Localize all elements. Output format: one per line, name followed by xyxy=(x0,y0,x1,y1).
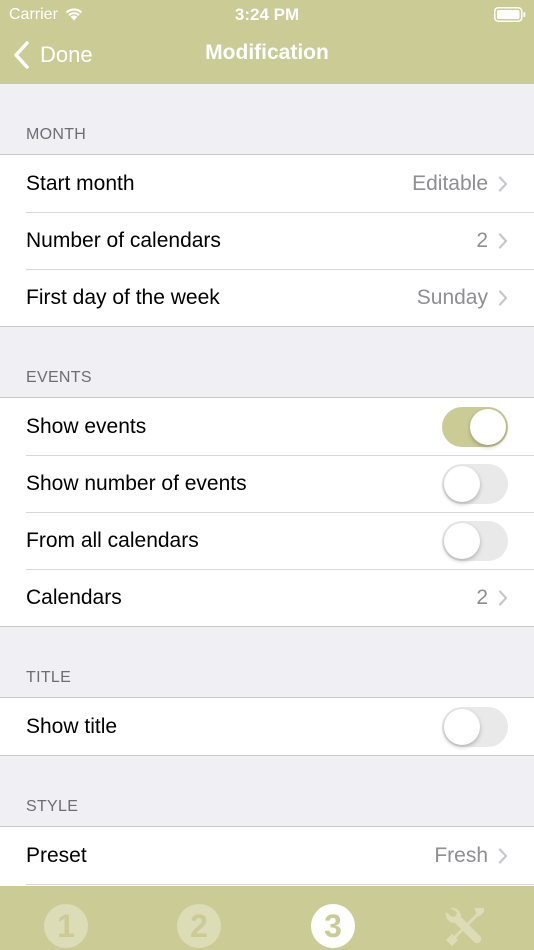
group-title: Show title xyxy=(0,697,534,756)
navigation-bar: Done Modification xyxy=(0,28,534,84)
row-label: Show title xyxy=(26,714,118,738)
show-title-toggle[interactable] xyxy=(442,706,508,747)
chevron-right-icon xyxy=(498,289,508,306)
group-style: Preset Fresh xyxy=(0,826,534,886)
tab-3[interactable]: 3 xyxy=(311,904,357,950)
row-label: Show number of events xyxy=(26,471,247,495)
screen: Carrier 3:24 PM Done Modification MONTH … xyxy=(0,0,534,950)
row-value: Fresh xyxy=(434,843,488,867)
chevron-right-icon xyxy=(498,589,508,606)
section-header-month: MONTH xyxy=(26,126,87,143)
page-title: Modification xyxy=(205,41,329,64)
row-label: Number of calendars xyxy=(26,228,221,252)
group-events: Show events Show number of events From a… xyxy=(0,397,534,627)
group-month: Start month Editable Number of calendars… xyxy=(0,154,534,327)
tab-2[interactable]: 2 xyxy=(177,904,223,950)
row-label: From all calendars xyxy=(26,528,199,552)
from-all-calendars-toggle[interactable] xyxy=(442,520,508,561)
row-value: Editable xyxy=(412,171,488,195)
row-number-of-calendars[interactable]: Number of calendars 2 xyxy=(0,212,534,269)
row-show-number-of-events: Show number of events xyxy=(0,455,534,512)
row-label: First day of the week xyxy=(26,285,220,309)
row-value: 2 xyxy=(476,228,488,252)
chevron-right-icon xyxy=(498,175,508,192)
show-events-toggle[interactable] xyxy=(442,406,508,447)
toggle-knob xyxy=(470,408,506,445)
tab-bar: 1 2 3 xyxy=(0,886,534,950)
show-number-of-events-toggle[interactable] xyxy=(442,463,508,504)
toggle-knob xyxy=(444,465,480,502)
row-show-title: Show title xyxy=(0,698,534,755)
top-bar: Carrier 3:24 PM Done Modification xyxy=(0,0,534,84)
row-value: 2 xyxy=(476,585,488,609)
number-3-icon: 3 xyxy=(311,904,355,948)
row-first-day-of-week[interactable]: First day of the week Sunday xyxy=(0,269,534,326)
number-1-icon: 1 xyxy=(44,904,88,948)
tab-tools[interactable] xyxy=(444,904,490,950)
settings-list[interactable]: MONTH Start month Editable Number of cal… xyxy=(0,84,534,886)
row-preset[interactable]: Preset Fresh xyxy=(0,827,534,884)
chevron-right-icon xyxy=(498,847,508,864)
tools-icon xyxy=(445,907,484,946)
row-start-month[interactable]: Start month Editable xyxy=(0,155,534,212)
row-from-all-calendars: From all calendars xyxy=(0,512,534,569)
number-2-icon: 2 xyxy=(177,904,221,948)
row-calendars[interactable]: Calendars 2 xyxy=(0,569,534,626)
status-bar: Carrier 3:24 PM xyxy=(0,0,534,28)
battery-icon xyxy=(494,7,526,22)
section-header-style: STYLE xyxy=(26,798,79,815)
row-label: Show events xyxy=(26,414,147,438)
row-value: Sunday xyxy=(416,285,488,309)
row-label: Start month xyxy=(26,171,135,195)
row-label: Calendars xyxy=(26,585,122,609)
row-show-events: Show events xyxy=(0,398,534,455)
toggle-knob xyxy=(444,522,480,559)
chevron-right-icon xyxy=(498,232,508,249)
status-time: 3:24 PM xyxy=(234,5,300,24)
tab-1[interactable]: 1 xyxy=(44,904,90,950)
section-header-title: TITLE xyxy=(26,669,72,686)
row-label: Preset xyxy=(26,843,87,867)
toggle-knob xyxy=(444,708,480,745)
section-header-events: EVENTS xyxy=(26,369,92,386)
